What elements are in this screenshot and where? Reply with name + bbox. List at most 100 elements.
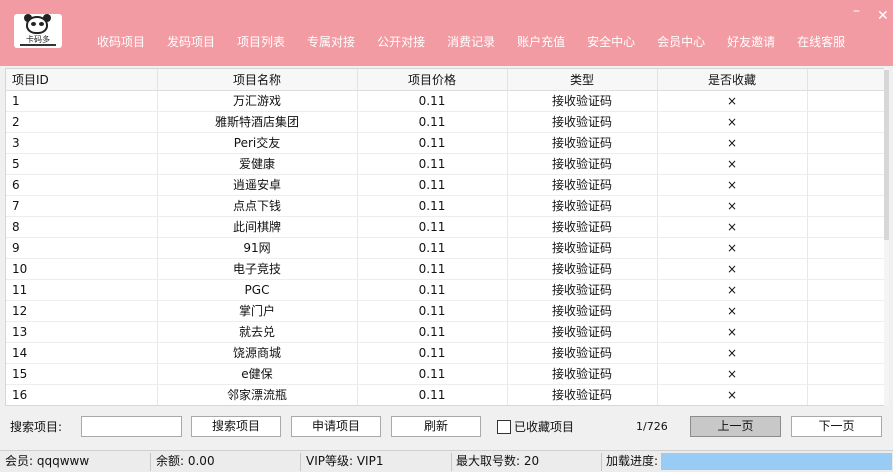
cell-favorite: × [657, 342, 808, 364]
logo-text: 卡码多 [26, 35, 50, 44]
cell-name: 91网 [157, 237, 358, 259]
cell-filler [807, 279, 888, 301]
cell-filler [807, 237, 888, 259]
table-row[interactable]: 9 91网 0.11 接收验证码 × [6, 237, 888, 259]
cell-id: 13 [6, 321, 158, 343]
cell-name: 掌门户 [157, 300, 358, 322]
col-header-favorite[interactable]: 是否收藏 [657, 69, 808, 91]
cell-price: 0.11 [357, 111, 508, 133]
main-nav: 收码项目 发码项目 项目列表 专属对接 公开对接 消费记录 账户充值 安全中心 … [86, 34, 856, 50]
cell-filler [807, 111, 888, 133]
cell-id: 7 [6, 195, 158, 217]
col-header-price[interactable]: 项目价格 [357, 69, 508, 91]
cell-filler [807, 300, 888, 322]
cell-type: 接收验证码 [507, 363, 658, 385]
nav-member-center[interactable]: 会员中心 [646, 34, 716, 50]
nav-security-center[interactable]: 安全中心 [576, 34, 646, 50]
col-header-id[interactable]: 项目ID [6, 69, 158, 91]
search-input[interactable] [81, 416, 182, 437]
cell-price: 0.11 [357, 258, 508, 280]
cell-name: 爱健康 [157, 153, 358, 175]
table-row[interactable]: 12 掌门户 0.11 接收验证码 × [6, 300, 888, 322]
cell-type: 接收验证码 [507, 132, 658, 154]
cell-filler [807, 153, 888, 175]
nav-invite-friends[interactable]: 好友邀请 [716, 34, 786, 50]
col-header-filler [807, 69, 888, 91]
nav-account-recharge[interactable]: 账户充值 [506, 34, 576, 50]
cell-favorite: × [657, 90, 808, 112]
col-header-type[interactable]: 类型 [507, 69, 658, 91]
logo-eye-right [39, 22, 44, 26]
search-button[interactable]: 搜索项目 [191, 416, 281, 437]
table-row[interactable]: 7 点点下钱 0.11 接收验证码 × [6, 195, 888, 217]
cell-favorite: × [657, 195, 808, 217]
cell-price: 0.11 [357, 321, 508, 343]
nav-public-connect[interactable]: 公开对接 [366, 34, 436, 50]
table-row[interactable]: 5 爱健康 0.11 接收验证码 × [6, 153, 888, 175]
cell-favorite: × [657, 321, 808, 343]
nav-send-projects[interactable]: 发码项目 [156, 34, 226, 50]
minimize-icon[interactable]: – [853, 4, 860, 18]
status-separator [601, 453, 602, 471]
cell-favorite: × [657, 111, 808, 133]
table-row[interactable]: 10 电子竞技 0.11 接收验证码 × [6, 258, 888, 280]
table-row[interactable]: 16 邻家漂流瓶 0.11 接收验证码 × [6, 384, 888, 405]
table-row[interactable]: 13 就去兑 0.11 接收验证码 × [6, 321, 888, 343]
nav-project-list[interactable]: 项目列表 [226, 34, 296, 50]
cell-type: 接收验证码 [507, 279, 658, 301]
cell-name: e健保 [157, 363, 358, 385]
table-row[interactable]: 6 逍遥安卓 0.11 接收验证码 × [6, 174, 888, 196]
cell-name: 饶源商城 [157, 342, 358, 364]
cell-id: 11 [6, 279, 158, 301]
nav-exclusive-connect[interactable]: 专属对接 [296, 34, 366, 50]
status-separator [451, 453, 452, 471]
table-row[interactable]: 14 饶源商城 0.11 接收验证码 × [6, 342, 888, 364]
table-header-row: 项目ID 项目名称 项目价格 类型 是否收藏 [6, 69, 888, 91]
cell-favorite: × [657, 279, 808, 301]
logo-underline [20, 44, 56, 46]
cell-filler [807, 132, 888, 154]
table-row[interactable]: 8 此间棋牌 0.11 接收验证码 × [6, 216, 888, 238]
close-icon[interactable]: ✕ [877, 9, 889, 23]
table-row[interactable]: 1 万汇游戏 0.11 接收验证码 × [6, 90, 888, 112]
cell-filler [807, 342, 888, 364]
app-logo: 卡码多 [14, 14, 62, 48]
scrollbar-thumb[interactable] [884, 70, 889, 240]
cell-type: 接收验证码 [507, 174, 658, 196]
cell-name: 逍遥安卓 [157, 174, 358, 196]
favorites-label[interactable]: 已收藏项目 [514, 417, 574, 437]
nav-consumption-records[interactable]: 消费记录 [436, 34, 506, 50]
table-scrollbar[interactable] [884, 68, 889, 406]
cell-type: 接收验证码 [507, 342, 658, 364]
nav-online-service[interactable]: 在线客服 [786, 34, 856, 50]
loading-progress-bar [661, 453, 892, 470]
progress-fill [662, 454, 891, 469]
refresh-button[interactable]: 刷新 [391, 416, 481, 437]
cell-id: 5 [6, 153, 158, 175]
table-row[interactable]: 11 PGC 0.11 接收验证码 × [6, 279, 888, 301]
cell-favorite: × [657, 363, 808, 385]
cell-id: 12 [6, 300, 158, 322]
cell-type: 接收验证码 [507, 195, 658, 217]
cell-type: 接收验证码 [507, 321, 658, 343]
cell-price: 0.11 [357, 216, 508, 238]
next-page-button[interactable]: 下一页 [791, 416, 882, 437]
cell-type: 接收验证码 [507, 216, 658, 238]
cell-favorite: × [657, 174, 808, 196]
cell-price: 0.11 [357, 300, 508, 322]
nav-receive-projects[interactable]: 收码项目 [86, 34, 156, 50]
table-row[interactable]: 3 Peri交友 0.11 接收验证码 × [6, 132, 888, 154]
col-header-name[interactable]: 项目名称 [157, 69, 358, 91]
cell-type: 接收验证码 [507, 384, 658, 405]
cell-type: 接收验证码 [507, 90, 658, 112]
cell-favorite: × [657, 237, 808, 259]
cell-id: 16 [6, 384, 158, 405]
cell-favorite: × [657, 258, 808, 280]
cell-id: 3 [6, 132, 158, 154]
favorites-checkbox[interactable] [497, 420, 511, 434]
apply-project-button[interactable]: 申请项目 [291, 416, 381, 437]
table-row[interactable]: 2 雅斯特酒店集团 0.11 接收验证码 × [6, 111, 888, 133]
table-row[interactable]: 15 e健保 0.11 接收验证码 × [6, 363, 888, 385]
cell-id: 9 [6, 237, 158, 259]
prev-page-button[interactable]: 上一页 [690, 416, 781, 437]
